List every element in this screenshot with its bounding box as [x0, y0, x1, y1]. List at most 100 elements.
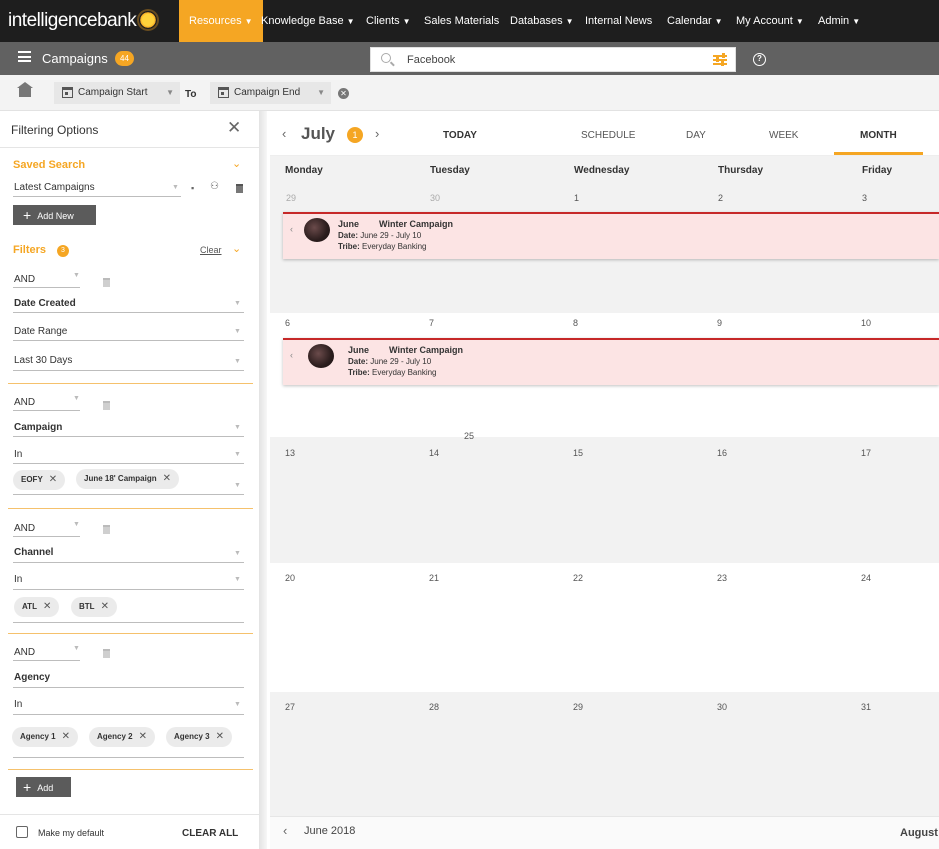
- chevron-down-icon[interactable]: ⌄: [232, 157, 241, 170]
- filter-chip[interactable]: Agency 1 ✕: [12, 727, 78, 747]
- field-select[interactable]: Campaign: [14, 422, 62, 433]
- day-number[interactable]: 17: [861, 448, 871, 458]
- day-number[interactable]: 7: [429, 318, 434, 328]
- checkbox-icon[interactable]: [16, 826, 28, 838]
- remove-chip-icon[interactable]: ✕: [43, 601, 51, 612]
- search-input[interactable]: [407, 52, 697, 68]
- chevron-down-icon[interactable]: ⌄: [232, 242, 241, 255]
- remove-chip-icon[interactable]: ✕: [216, 731, 224, 742]
- filter-chip[interactable]: June 18' Campaign ✕: [76, 469, 179, 489]
- day-number[interactable]: 9: [717, 318, 722, 328]
- day-number[interactable]: 23: [717, 573, 727, 583]
- day-number[interactable]: 2: [718, 193, 723, 203]
- trash-icon[interactable]: [236, 184, 243, 193]
- tab-schedule[interactable]: SCHEDULE: [581, 130, 635, 141]
- hamburger-icon[interactable]: [18, 51, 31, 62]
- operator-select[interactable]: AND: [14, 274, 35, 285]
- day-number[interactable]: 31: [861, 702, 871, 712]
- tab-week[interactable]: WEEK: [769, 130, 798, 141]
- remove-chip-icon[interactable]: ✕: [62, 731, 70, 742]
- remove-chip-icon[interactable]: ✕: [139, 731, 147, 742]
- value-select[interactable]: Last 30 Days: [14, 355, 72, 366]
- home-icon[interactable]: [17, 82, 33, 97]
- filter-chip[interactable]: EOFY ✕: [13, 470, 66, 490]
- trash-icon[interactable]: [103, 278, 110, 287]
- nav-item-admin[interactable]: Admin ▼: [818, 0, 860, 42]
- nav-item-calendar[interactable]: Calendar ▼: [667, 0, 723, 42]
- condition-select[interactable]: Date Range: [14, 326, 67, 337]
- chevron-left-icon[interactable]: ‹: [282, 126, 286, 141]
- campaign-end-select[interactable]: Campaign End ▼: [210, 82, 331, 104]
- add-filter-button[interactable]: + Add: [16, 777, 71, 797]
- next-month-link[interactable]: August: [900, 827, 939, 839]
- operator-select[interactable]: AND: [14, 523, 35, 534]
- condition-select[interactable]: In: [14, 449, 22, 460]
- condition-select[interactable]: In: [14, 574, 22, 585]
- nav-item-resources[interactable]: Resources ▼: [179, 0, 263, 42]
- remove-chip-icon[interactable]: ✕: [163, 473, 171, 484]
- day-number[interactable]: 1: [574, 193, 579, 203]
- help-icon[interactable]: ?: [753, 53, 766, 66]
- day-number[interactable]: 29: [286, 193, 296, 203]
- nav-item-databases[interactable]: Databases ▼: [510, 0, 574, 42]
- nav-item-my-account[interactable]: My Account ▼: [736, 0, 804, 42]
- day-number[interactable]: 16: [717, 448, 727, 458]
- nav-item-knowledge-base[interactable]: Knowledge Base ▼: [261, 0, 354, 42]
- day-number[interactable]: 6: [285, 318, 290, 328]
- day-number[interactable]: 8: [573, 318, 578, 328]
- remove-chip-icon[interactable]: ✕: [49, 474, 57, 485]
- tab-today[interactable]: TODAY: [443, 130, 477, 141]
- prev-month-link[interactable]: June 2018: [304, 825, 355, 837]
- divider: [0, 147, 259, 148]
- day-number[interactable]: 24: [861, 573, 871, 583]
- day-number[interactable]: 3: [862, 193, 867, 203]
- day-number[interactable]: 22: [573, 573, 583, 583]
- tab-month[interactable]: MONTH: [860, 130, 897, 141]
- chevron-left-icon[interactable]: ‹: [283, 823, 287, 838]
- day-number[interactable]: 20: [285, 573, 295, 583]
- filter-chip[interactable]: Agency 2 ✕: [89, 727, 155, 747]
- field-select[interactable]: Date Created: [14, 298, 76, 309]
- day-number[interactable]: 15: [573, 448, 583, 458]
- field-select[interactable]: Channel: [14, 547, 53, 558]
- tab-day[interactable]: DAY: [686, 130, 706, 141]
- day-number[interactable]: 30: [430, 193, 440, 203]
- day-number[interactable]: 10: [861, 318, 871, 328]
- nav-item-internal-news[interactable]: Internal News: [585, 0, 652, 42]
- trash-icon[interactable]: [103, 525, 110, 534]
- condition-select[interactable]: In: [14, 699, 22, 710]
- sidebar-title: Filtering Options: [11, 123, 99, 137]
- share-icon[interactable]: ⚇: [210, 181, 219, 192]
- clear-all-button[interactable]: CLEAR ALL: [182, 828, 238, 839]
- chevron-right-icon[interactable]: ›: [375, 126, 379, 141]
- filter-chip[interactable]: ATL ✕: [14, 597, 60, 617]
- day-number[interactable]: 21: [429, 573, 439, 583]
- day-number[interactable]: 29: [573, 702, 583, 712]
- saved-search-select[interactable]: Latest Campaigns: [14, 182, 95, 193]
- save-icon[interactable]: ▪: [191, 183, 194, 193]
- campaign-start-select[interactable]: Campaign Start ▼: [54, 82, 180, 104]
- field-select[interactable]: Agency: [14, 672, 50, 683]
- add-new-button[interactable]: + Add New: [13, 205, 96, 225]
- event-winter-campaign[interactable]: ‹ June Winter Campaign Date: June 29 - J…: [283, 212, 939, 259]
- day-number[interactable]: 14: [429, 448, 439, 458]
- remove-chip-icon[interactable]: ✕: [101, 601, 109, 612]
- trash-icon[interactable]: [103, 649, 110, 658]
- trash-icon[interactable]: [103, 401, 110, 410]
- operator-select[interactable]: AND: [14, 397, 35, 408]
- operator-select[interactable]: AND: [14, 647, 35, 658]
- close-icon[interactable]: ✕: [227, 118, 241, 138]
- day-number[interactable]: 28: [429, 702, 439, 712]
- event-winter-campaign[interactable]: ‹ June Winter Campaign Date: June 29 - J…: [283, 338, 939, 385]
- day-number[interactable]: 13: [285, 448, 295, 458]
- clear-icon[interactable]: ✕: [338, 88, 349, 99]
- day-number[interactable]: 27: [285, 702, 295, 712]
- filter-chip[interactable]: Agency 3 ✕: [166, 727, 232, 747]
- nav-item-sales-materials[interactable]: Sales Materials: [424, 0, 499, 42]
- day-number[interactable]: 30: [717, 702, 727, 712]
- clear-filters-link[interactable]: Clear: [200, 245, 222, 255]
- filter-settings-icon[interactable]: [713, 53, 727, 66]
- nav-item-clients[interactable]: Clients ▼: [366, 0, 411, 42]
- filter-chip[interactable]: BTL ✕: [71, 597, 117, 617]
- logo[interactable]: intelligencebank: [8, 10, 158, 32]
